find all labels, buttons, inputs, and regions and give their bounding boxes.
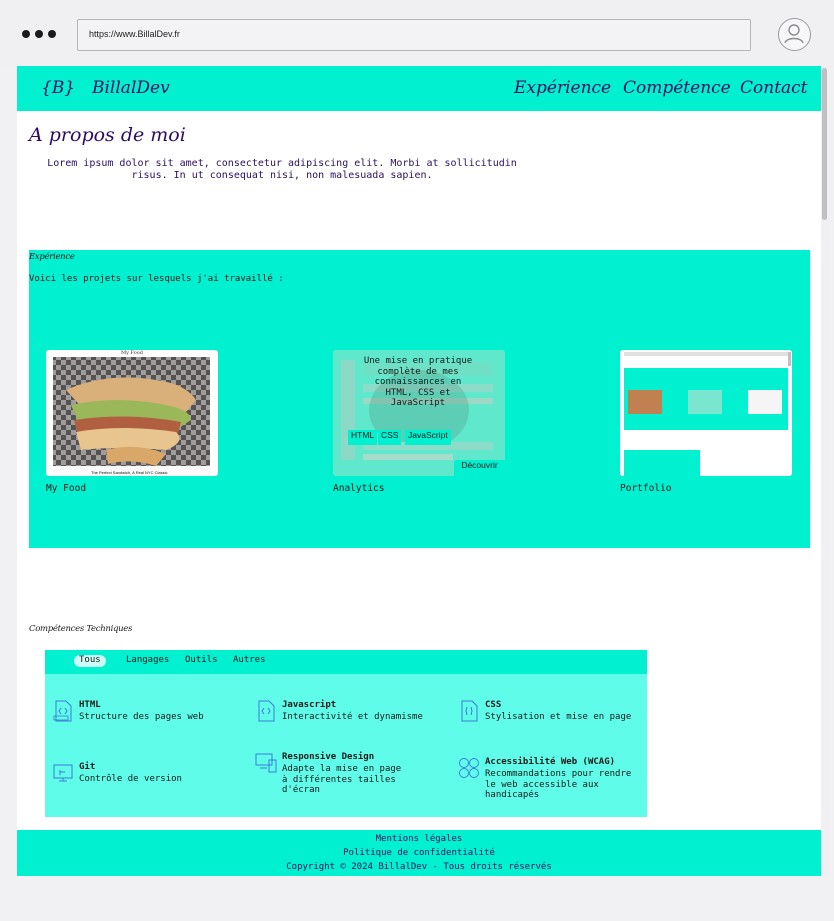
skill-name: CSS — [485, 700, 502, 710]
skill-desc: Contrôle de version — [79, 774, 182, 784]
page-scrollbar[interactable] — [821, 66, 829, 876]
url-text[interactable]: https://www.BillalDev.fr — [89, 29, 180, 39]
project-thumbnail-portfolio[interactable] — [620, 350, 792, 476]
project-title-portfolio: Portfolio — [620, 483, 672, 494]
responsive-devices-icon — [255, 753, 277, 773]
skill-desc: Adapte la mise en page à différentes tai… — [282, 764, 402, 795]
about-title: A propos de moi — [29, 124, 186, 146]
project-thumbnail-analytics[interactable]: Une mise en pratique complète de mes con… — [333, 350, 505, 476]
user-profile-icon[interactable] — [778, 18, 811, 51]
tab-autres[interactable]: Autres — [228, 655, 271, 667]
footer-copyright: Copyright © 2024 BillalDev - Tous droits… — [286, 862, 552, 872]
tag-javascript: JavaScript — [405, 430, 451, 445]
project-title-my-food: My Food — [46, 483, 87, 494]
page-viewport: {B} BillalDev Expérience Compétence Cont… — [17, 66, 821, 876]
scrollbar-thumb[interactable] — [822, 68, 827, 220]
logo[interactable]: {B} — [41, 78, 75, 98]
sandwich-photo — [53, 357, 210, 476]
skill-desc: Stylisation et mise en page — [485, 712, 632, 722]
tag-css: CSS — [378, 430, 402, 445]
skill-name: Git — [79, 762, 96, 772]
skill-desc: Interactivité et dynamisme — [282, 712, 423, 722]
address-bar[interactable]: https://www.BillalDev.fr — [77, 19, 751, 51]
tab-tous[interactable]: Tous — [74, 655, 106, 667]
js-file-icon — [258, 700, 275, 722]
skills-tabs: Tous Langages Outils Autres — [45, 650, 647, 674]
nav-link-contact[interactable]: Contact — [740, 78, 808, 98]
portfolio-screenshot — [620, 350, 792, 476]
nav-link-experience[interactable]: Expérience — [514, 78, 611, 98]
brand-name[interactable]: BillalDev — [92, 78, 170, 98]
experience-intro: Voici les projets sur lesquels j'ai trav… — [29, 274, 284, 284]
discover-button[interactable]: Découvrir — [454, 460, 505, 476]
skill-name: Accessibilité Web (WCAG) — [485, 757, 616, 767]
tab-langages[interactable]: Langages — [121, 655, 174, 667]
experience-section: Expérience Voici les projets sur lesquel… — [29, 250, 810, 548]
html-file-icon — [53, 700, 72, 722]
footer: Mentions légales Politique de confidenti… — [17, 830, 821, 876]
footer-link-privacy[interactable]: Politique de confidentialité — [17, 848, 821, 858]
about-text: Lorem ipsum dolor sit amet, consectetur … — [47, 158, 517, 181]
accessibility-icon — [459, 758, 479, 778]
experience-title: Expérience — [29, 252, 75, 262]
footer-link-mentions[interactable]: Mentions légales — [17, 834, 821, 844]
skill-name: Responsive Design — [282, 752, 375, 762]
tab-outils[interactable]: Outils — [180, 655, 223, 667]
project-overlay-text: Une mise en pratique complète de mes con… — [363, 356, 473, 408]
navbar: {B} BillalDev Expérience Compétence Cont… — [17, 66, 821, 111]
skill-desc: Recommandations pour rendre le web acces… — [485, 769, 632, 800]
skills-panel: Tous Langages Outils Autres HTML Structu… — [45, 650, 647, 817]
tag-html: HTML — [348, 430, 378, 445]
git-monitor-icon — [53, 764, 73, 782]
menu-dots-icon[interactable] — [22, 30, 56, 38]
css-file-icon — [461, 700, 478, 722]
skill-name: HTML — [79, 700, 101, 710]
project-title-analytics: Analytics — [333, 483, 385, 494]
window-bottom — [0, 876, 834, 921]
project-thumbnail-my-food[interactable]: My Food The Perfect Sandwich, A Real NYC… — [46, 350, 218, 476]
skill-desc: Structure des pages web — [79, 712, 204, 722]
skill-name: Javascript — [282, 700, 337, 710]
skills-title: Compétences Techniques — [29, 624, 133, 634]
nav-link-competence[interactable]: Compétence — [623, 78, 731, 98]
browser-toolbar: https://www.BillalDev.fr — [0, 0, 834, 66]
